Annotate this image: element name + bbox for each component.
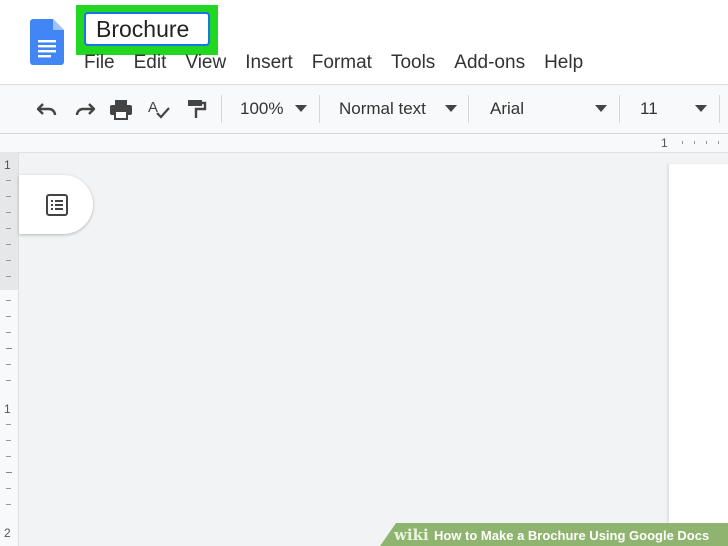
- document-outline-button[interactable]: [19, 175, 93, 234]
- menu-help[interactable]: Help: [544, 52, 583, 74]
- toolbar-separator: [319, 95, 320, 123]
- document-page[interactable]: [668, 164, 728, 546]
- toolbar-separator: [221, 95, 222, 123]
- toolbar-separator: [619, 95, 620, 123]
- svg-text:A: A: [148, 99, 158, 116]
- font-size-caret-icon[interactable]: [695, 105, 707, 112]
- menu-format[interactable]: Format: [312, 52, 372, 74]
- horizontal-ruler[interactable]: 1: [0, 134, 728, 153]
- google-docs-window: Brochure File Edit View Insert Format To…: [0, 0, 728, 546]
- menu-insert[interactable]: Insert: [245, 52, 293, 74]
- toolbar-separator: [468, 95, 469, 123]
- menu-tools[interactable]: Tools: [391, 52, 435, 74]
- menu-bar: File Edit View Insert Format Tools Add-o…: [84, 52, 602, 74]
- google-docs-icon[interactable]: [30, 19, 64, 65]
- menu-file[interactable]: File: [84, 52, 115, 74]
- font-caret-icon[interactable]: [595, 105, 607, 112]
- watermark-title: How to Make a Brochure Using Google Docs: [434, 528, 710, 543]
- watermark-logo: wiki: [394, 526, 429, 544]
- undo-icon[interactable]: [34, 97, 60, 121]
- menu-view[interactable]: View: [185, 52, 226, 74]
- ruler-ticks: [6, 180, 12, 505]
- spellcheck-icon[interactable]: A: [146, 97, 172, 121]
- document-title-input[interactable]: Brochure: [84, 12, 210, 46]
- menu-add-ons[interactable]: Add-ons: [454, 52, 525, 74]
- ruler-label: 1: [661, 136, 668, 150]
- toolbar: A 100% Normal text Arial 11: [0, 85, 728, 134]
- style-select[interactable]: Normal text: [339, 97, 426, 121]
- zoom-select[interactable]: 100%: [240, 97, 283, 121]
- font-size-select[interactable]: 11: [640, 97, 658, 121]
- document-canvas[interactable]: [19, 153, 728, 546]
- redo-icon[interactable]: [72, 97, 98, 121]
- document-outline-icon: [46, 194, 68, 216]
- toolbar-separator: [719, 95, 720, 123]
- print-icon[interactable]: [108, 97, 134, 121]
- title-bar: Brochure File Edit View Insert Format To…: [0, 0, 728, 84]
- vertical-ruler[interactable]: 1 1 2: [0, 152, 19, 546]
- font-select[interactable]: Arial: [490, 97, 524, 121]
- menu-edit[interactable]: Edit: [134, 52, 167, 74]
- style-caret-icon[interactable]: [445, 105, 457, 112]
- paint-format-icon[interactable]: [184, 97, 210, 121]
- ruler-ticks: [682, 141, 719, 144]
- zoom-caret-icon[interactable]: [295, 105, 307, 112]
